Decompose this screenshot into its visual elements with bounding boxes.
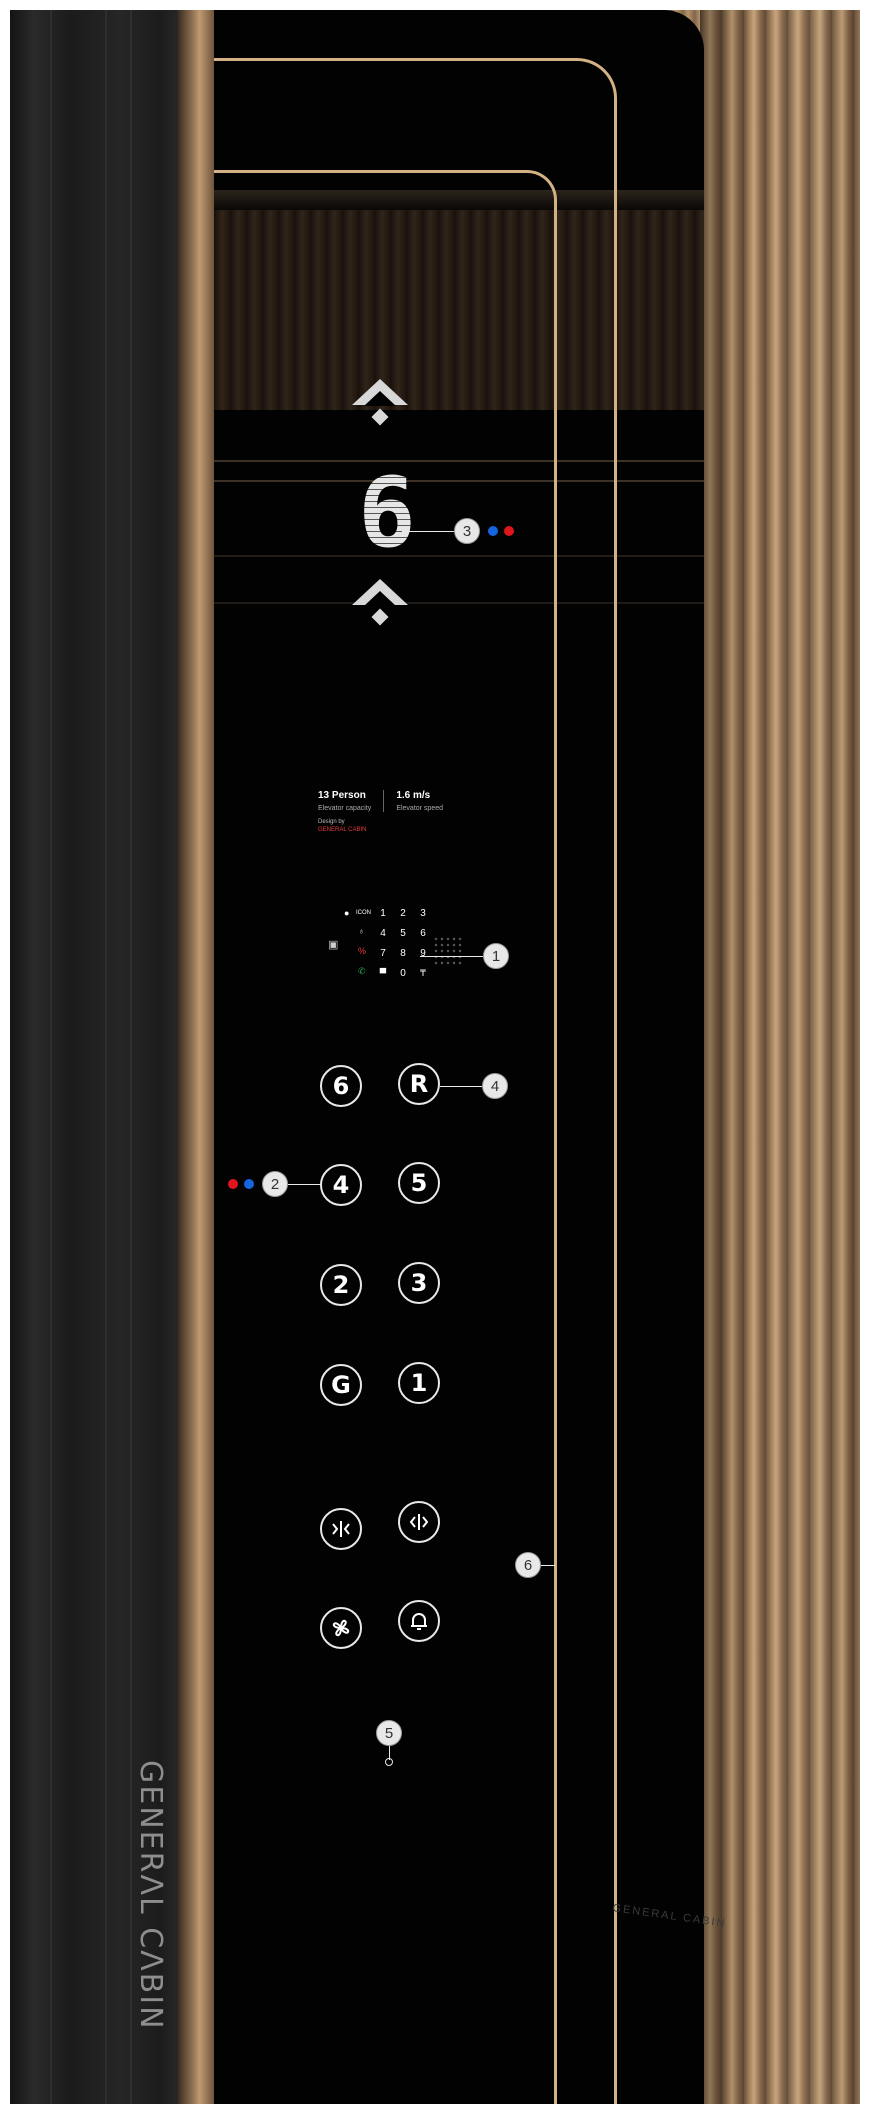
callout-4: 4 <box>482 1073 508 1099</box>
floor-button-3[interactable]: 3 <box>398 1262 440 1304</box>
indicator-dot-icon: ● <box>344 908 350 918</box>
callout-3-leader <box>402 531 454 532</box>
keypad-key-8[interactable]: 8 <box>396 948 410 959</box>
keypad-star-icon[interactable]: ▀ <box>376 968 390 978</box>
speed-value: 1.6 m/s <box>396 790 431 801</box>
speaker-grille-icon <box>433 936 463 966</box>
chevron-up-icon <box>350 579 410 626</box>
red-dot <box>228 1179 238 1189</box>
floor-button-r[interactable]: R <box>398 1063 440 1105</box>
keypad: ● ICON ▣ ♁ % ✆ 1 2 3 4 5 6 7 8 9 ▀ 0 ₸ <box>328 908 508 988</box>
keypad-indicator-label: ICON <box>356 910 371 916</box>
keypad-key-9[interactable]: 9 <box>416 948 430 959</box>
brand-line1: Design by <box>318 819 345 826</box>
keypad-key-7[interactable]: 7 <box>376 948 390 959</box>
floor-button-1[interactable]: 1 <box>398 1362 440 1404</box>
floor-indicator: 6 <box>350 375 420 635</box>
callout-6-leader <box>541 1565 555 1566</box>
door-open-icon <box>409 1514 429 1530</box>
keypad-key-0[interactable]: 0 <box>396 968 410 979</box>
floor-button-g[interactable]: G <box>320 1364 362 1406</box>
capacity-value: 13 Person <box>318 790 366 801</box>
card-reader-icon: ▣ <box>328 939 339 951</box>
floor-button-6[interactable]: 6 <box>320 1065 362 1107</box>
alarm-bell-button[interactable] <box>398 1600 440 1642</box>
keypad-key-2[interactable]: 2 <box>396 908 410 919</box>
blue-dot <box>244 1179 254 1189</box>
door-close-icon <box>332 1521 350 1537</box>
fluted-wall <box>700 10 860 2104</box>
microphone-icon: ♁ <box>358 926 365 936</box>
fan-icon <box>332 1619 350 1637</box>
keypad-key-5[interactable]: 5 <box>396 928 410 939</box>
sensor-icon <box>385 1758 393 1766</box>
bronze-trim <box>178 10 214 2104</box>
bell-icon <box>411 1613 427 1630</box>
speed-label: Elevator speed <box>396 805 444 812</box>
floor-button-2[interactable]: 2 <box>320 1264 362 1306</box>
floor-number: 6 <box>358 457 416 569</box>
capacity-label: Elevator capacity <box>318 805 372 812</box>
callout-1: 1 <box>483 943 509 969</box>
phone-icon: ✆ <box>358 966 366 976</box>
floor-button-4[interactable]: 4 <box>320 1164 362 1206</box>
callout-6: 6 <box>515 1552 541 1578</box>
keypad-key-4[interactable]: 4 <box>376 928 390 939</box>
vertical-logo: GENERΛL CΛBIN <box>133 1760 168 2031</box>
keypad-hash-icon[interactable]: ₸ <box>416 968 430 979</box>
percent-icon: % <box>358 946 367 956</box>
keypad-key-3[interactable]: 3 <box>416 908 430 919</box>
red-dot <box>504 526 514 536</box>
keypad-key-1[interactable]: 1 <box>376 908 390 919</box>
callout-5: 5 <box>376 1720 402 1746</box>
elevator-panel-scene: 6 13 Person Elevator capacity 1.6 m/s Elev… <box>0 0 870 2104</box>
callout-1-leader <box>420 956 483 957</box>
blue-dot <box>488 526 498 536</box>
door-open-button[interactable] <box>398 1501 440 1543</box>
chevron-up-icon <box>350 379 410 426</box>
callout-2-leader <box>288 1184 322 1185</box>
cop-panel <box>214 10 704 2104</box>
callout-2: 2 <box>262 1171 288 1197</box>
fan-button[interactable] <box>320 1607 362 1649</box>
brand-line2: GENERAL CABIN <box>318 826 367 833</box>
elevator-info: 13 Person Elevator capacity 1.6 m/s Elevat… <box>318 790 458 834</box>
callout-3: 3 <box>454 518 480 544</box>
keypad-key-6[interactable]: 6 <box>416 928 430 939</box>
callout-4-leader <box>440 1086 482 1087</box>
floor-button-5[interactable]: 5 <box>398 1162 440 1204</box>
door-close-button[interactable] <box>320 1508 362 1550</box>
